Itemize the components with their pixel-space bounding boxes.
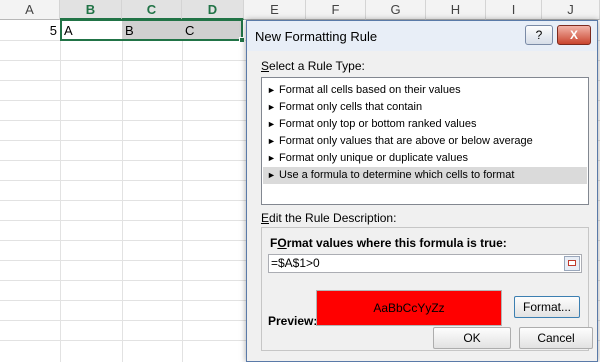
select-rule-type-label-text: elect a Rule Type: (269, 59, 365, 73)
arrow-right-icon: ► (267, 119, 276, 129)
fill-handle[interactable] (239, 37, 245, 43)
dialog-body: Select a Rule Type: ► Format all cells ba… (247, 51, 597, 361)
rule-type-item[interactable]: ► Format only cells that contain (263, 99, 587, 116)
new-formatting-rule-dialog: New Formatting Rule ? X Select a Rule Ty… (246, 20, 598, 362)
cell-a1[interactable]: 5 (0, 21, 60, 41)
edit-rule-description-access-key: E (261, 211, 270, 225)
column-header-j[interactable]: J (542, 0, 600, 20)
dialog-title: New Formatting Rule (255, 29, 378, 44)
column-header-g[interactable]: G (366, 0, 426, 20)
select-rule-type-label: Select a Rule Type: (261, 59, 365, 73)
gridline (60, 20, 61, 362)
preview-swatch: AaBbCcYyZz (316, 290, 502, 326)
preview-label: Preview: (268, 314, 318, 328)
arrow-right-icon: ► (267, 170, 276, 180)
formula-heading-access-key: O (277, 236, 287, 250)
rule-type-label: Format only values that are above or bel… (279, 135, 533, 147)
range-select-icon (568, 260, 576, 266)
column-header-f[interactable]: F (306, 0, 366, 20)
formula-heading: FOrmat values where this formula is true… (270, 236, 507, 250)
arrow-right-icon: ► (267, 85, 276, 95)
format-button[interactable]: Format... (514, 296, 580, 318)
column-header-c[interactable]: C (122, 0, 182, 20)
rule-type-item[interactable]: ► Format only values that are above or be… (263, 133, 587, 150)
rule-type-list[interactable]: ► Format all cells based on their values … (261, 77, 589, 205)
arrow-right-icon: ► (267, 136, 276, 146)
rule-type-item[interactable]: ► Format only top or bottom ranked values (263, 116, 587, 133)
rule-type-item-selected[interactable]: ► Use a formula to determine which cells … (263, 167, 587, 184)
close-button[interactable]: X (557, 25, 591, 45)
cancel-button[interactable]: Cancel (519, 327, 593, 349)
column-header-a[interactable]: A (0, 0, 60, 20)
arrow-right-icon: ► (267, 153, 276, 163)
dialog-titlebar[interactable]: New Formatting Rule ? X (247, 21, 597, 51)
formula-heading-after: rmat values where this formula is true: (286, 236, 507, 250)
rule-type-label: Format only cells that contain (279, 101, 423, 113)
collapse-dialog-icon[interactable] (564, 256, 580, 271)
rule-type-item[interactable]: ► Format all cells based on their values (263, 82, 587, 99)
edit-rule-description-label: Edit the Rule Description: (261, 211, 396, 225)
help-button[interactable]: ? (525, 25, 553, 45)
rule-type-item[interactable]: ► Format only unique or duplicate values (263, 150, 587, 167)
column-header-i[interactable]: I (486, 0, 542, 20)
formula-value: =$A$1>0 (271, 256, 320, 270)
arrow-right-icon: ► (267, 102, 276, 112)
gridline (182, 20, 183, 362)
select-rule-type-label-access-key: S (261, 59, 270, 73)
selection-border (60, 19, 243, 41)
rule-type-label: Format all cells based on their values (279, 84, 461, 96)
column-header-d[interactable]: D (182, 0, 244, 20)
column-header-b[interactable]: B (60, 0, 122, 20)
column-header-h[interactable]: H (426, 0, 486, 20)
formula-input[interactable]: =$A$1>0 (268, 254, 582, 273)
gridline (122, 20, 123, 362)
rule-type-label: Format only top or bottom ranked values (279, 118, 477, 130)
column-header-e[interactable]: E (244, 0, 306, 20)
edit-rule-description-text: dit the Rule Description: (269, 211, 397, 225)
rule-type-label: Use a formula to determine which cells t… (279, 169, 515, 181)
rule-type-label: Format only unique or duplicate values (279, 152, 468, 164)
ok-button[interactable]: OK (433, 327, 511, 349)
